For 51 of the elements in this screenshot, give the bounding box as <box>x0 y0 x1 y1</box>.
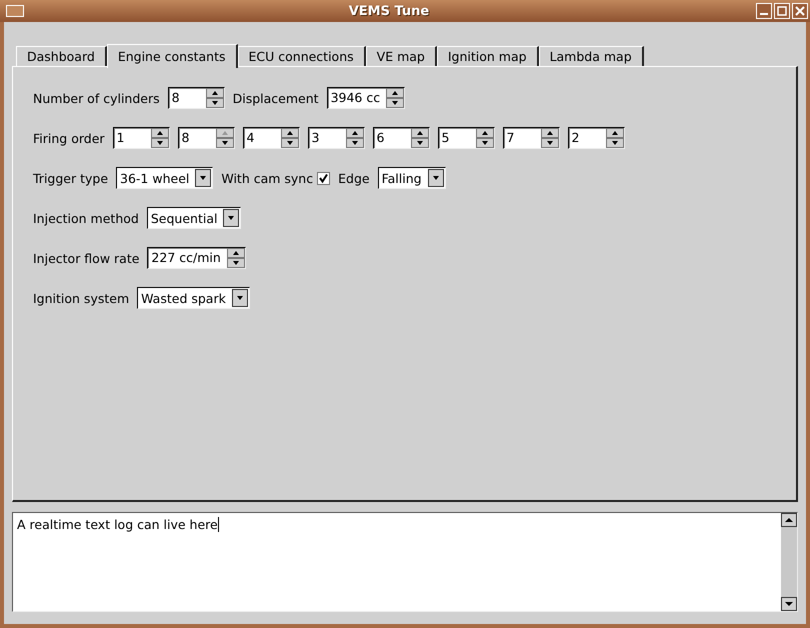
spin-arrows-icon[interactable] <box>386 88 404 108</box>
tab[interactable]: Dashboard <box>16 46 107 66</box>
checkbox-label: With cam sync <box>221 170 314 186</box>
spin-arrows-icon[interactable] <box>226 248 245 268</box>
spin-field[interactable]: 8 <box>178 127 235 149</box>
dropdown[interactable]: 36-1 wheel <box>116 167 214 189</box>
spin-field[interactable]: 6 <box>372 127 430 149</box>
field-label: Firing order <box>33 130 105 146</box>
spin-field[interactable]: 227 cc/min <box>147 247 246 269</box>
spin-field[interactable]: 2 <box>568 127 625 149</box>
spin-arrows-icon[interactable] <box>346 128 364 148</box>
tab[interactable]: ECU connections <box>238 46 366 66</box>
close-icon[interactable] <box>792 3 808 19</box>
field-label: Trigger type <box>33 170 108 186</box>
log-area[interactable]: A realtime text log can live here <box>12 512 798 612</box>
spin-arrows-icon[interactable] <box>280 128 299 148</box>
dropdown[interactable]: Falling <box>378 167 446 189</box>
field-label: Ignition system <box>33 290 130 306</box>
window-menu-icon[interactable] <box>6 5 24 17</box>
spin-arrows-icon[interactable] <box>476 128 494 148</box>
spin-field[interactable]: 1 <box>112 127 170 149</box>
window-title: VEMS Tune <box>348 4 430 18</box>
field-label: Edge <box>338 170 370 186</box>
field-label: Injector flow rate <box>33 250 140 266</box>
spin-arrows-icon[interactable] <box>150 128 169 148</box>
spin-arrows-icon[interactable] <box>540 128 559 148</box>
maximize-icon[interactable] <box>774 3 790 19</box>
spin-field[interactable]: 3946 cc <box>326 87 406 109</box>
spin-field[interactable]: 4 <box>242 127 300 149</box>
scroll-up-icon[interactable] <box>781 513 797 527</box>
scrollbar[interactable] <box>781 513 797 611</box>
checkbox[interactable] <box>317 172 330 184</box>
spin-arrows-icon[interactable] <box>410 128 429 148</box>
log-text: A realtime text log can live here <box>16 516 220 534</box>
field-label: Displacement <box>232 90 319 106</box>
spin-field[interactable]: 5 <box>438 127 495 149</box>
dropdown[interactable]: Sequential <box>146 207 242 229</box>
spin-field[interactable]: 7 <box>502 127 560 149</box>
tab[interactable]: Engine constants <box>106 44 238 68</box>
spin-arrows-icon[interactable] <box>206 88 224 108</box>
spin-field[interactable]: 8 <box>168 87 225 109</box>
tab[interactable]: Ignition map <box>436 46 539 66</box>
spin-field[interactable]: 3 <box>308 127 365 149</box>
scroll-down-icon[interactable] <box>781 597 797 611</box>
dropdown[interactable]: Wasted spark <box>137 287 250 309</box>
field-label: Injection method <box>33 210 139 226</box>
tab[interactable]: Lambda map <box>538 46 644 66</box>
tab[interactable]: VE map <box>366 46 437 66</box>
minimize-icon[interactable] <box>756 3 772 19</box>
field-label: Number of cylinders <box>33 90 160 106</box>
spin-arrows-icon[interactable] <box>606 128 624 148</box>
